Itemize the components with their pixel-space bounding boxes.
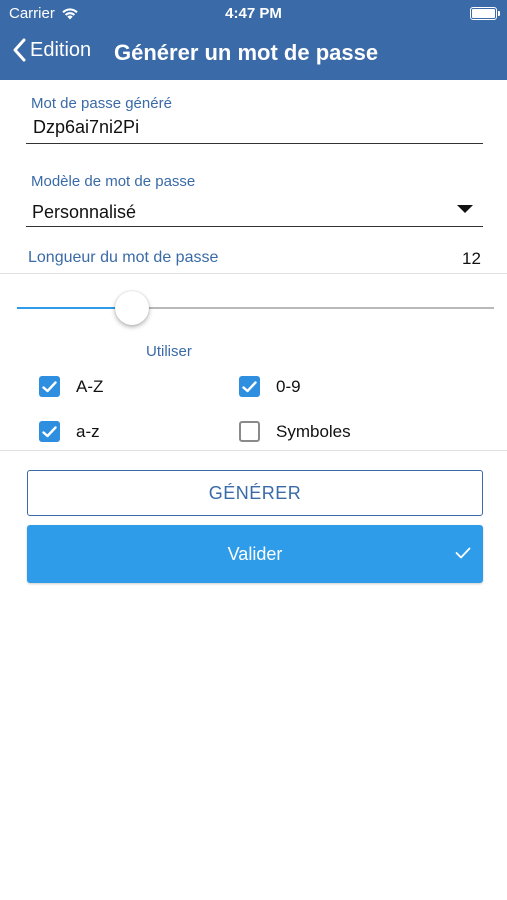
battery-icon	[470, 7, 500, 20]
use-label: Utiliser	[146, 343, 192, 360]
checkbox-label: 0-9	[276, 376, 301, 396]
template-underline	[26, 226, 483, 227]
checkbox-unchecked-icon	[239, 421, 260, 442]
checkbox-checked-icon	[39, 421, 60, 442]
length-value: 12	[462, 249, 481, 268]
page-title: Générer un mot de passe	[114, 40, 379, 65]
generated-password-underline	[26, 143, 483, 144]
checkbox-symbols[interactable]: Symboles	[239, 421, 351, 442]
status-time: 4:47 PM	[225, 5, 282, 22]
checkbox-uppercase[interactable]: A-Z	[39, 376, 103, 397]
back-label: Edition	[30, 38, 92, 61]
navigation-bar: Edition Générer un mot de passe	[0, 32, 507, 76]
chevron-down-icon	[457, 205, 473, 213]
checkbox-lowercase[interactable]: a-z	[39, 421, 100, 442]
generate-button-label: GÉNÉRER	[208, 482, 302, 503]
app-header: Carrier 4:47 PM Edition Générer un mot d…	[0, 0, 507, 80]
chevron-left-icon	[13, 38, 26, 62]
template-select[interactable]: Personnalisé	[26, 196, 483, 228]
checkbox-label: a-z	[76, 421, 100, 441]
checkbox-checked-icon	[39, 376, 60, 397]
check-icon	[455, 547, 471, 559]
back-button[interactable]: Edition	[12, 38, 91, 62]
generate-button[interactable]: GÉNÉRER	[27, 470, 483, 516]
status-bar: Carrier 4:47 PM	[0, 0, 507, 28]
checkbox-label: A-Z	[76, 376, 104, 396]
validate-button[interactable]: Valider	[27, 525, 483, 583]
checkbox-label: Symboles	[276, 421, 351, 441]
template-label: Modèle de mot de passe	[31, 173, 196, 190]
validate-button-label: Valider	[227, 543, 283, 564]
checkbox-digits[interactable]: 0-9	[239, 376, 301, 397]
slider-track-empty	[132, 307, 494, 309]
generated-password-label: Mot de passe généré	[31, 95, 172, 112]
divider	[0, 450, 507, 451]
generated-password-field[interactable]: Dzp6ai7ni2Pi	[33, 117, 139, 138]
checkbox-checked-icon	[239, 376, 260, 397]
template-value: Personnalisé	[32, 202, 137, 222]
slider-thumb[interactable]	[115, 291, 149, 325]
divider	[0, 273, 507, 274]
length-label: Longueur du mot de passe	[28, 249, 219, 266]
